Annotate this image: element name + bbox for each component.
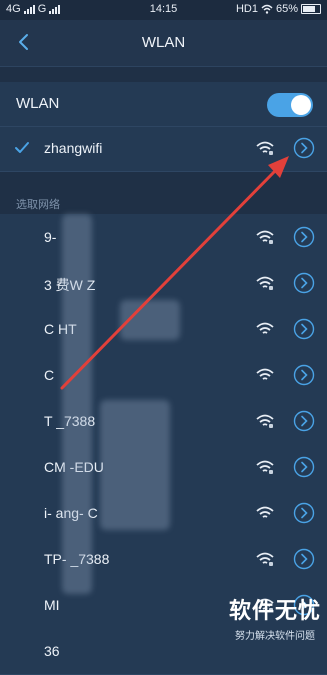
page-title: WLAN xyxy=(141,34,186,51)
wifi-lock-icon xyxy=(256,460,274,474)
section-label: 选取网络 xyxy=(16,199,60,211)
network-details-icon[interactable] xyxy=(293,364,315,386)
wifi-icon xyxy=(256,506,274,518)
network-item[interactable]: C xyxy=(0,352,327,399)
network-name: MI xyxy=(44,597,60,613)
network-details-icon[interactable] xyxy=(293,137,315,159)
wifi-lock-icon xyxy=(256,414,274,428)
wlan-toggle-row[interactable]: WLAN xyxy=(0,82,327,127)
status-bar: 4G G 14:15 HD1 65% xyxy=(0,0,327,20)
check-icon xyxy=(15,142,29,153)
network-item[interactable]: TP- _7388 xyxy=(0,536,327,583)
privacy-blur xyxy=(62,214,92,594)
network-details-icon[interactable] xyxy=(293,456,315,478)
network-details-icon[interactable] xyxy=(293,318,315,340)
connected-network-row[interactable]: zhangwifi xyxy=(0,127,327,172)
wifi-lock-icon xyxy=(256,552,274,566)
network-name: 36 xyxy=(44,643,60,659)
connected-ssid: zhangwifi xyxy=(44,140,103,156)
network-details-icon[interactable] xyxy=(293,410,315,432)
battery-percent: 65% xyxy=(275,3,298,15)
watermark-sub: 努力解决软件问题 xyxy=(234,631,315,642)
wlan-toggle[interactable] xyxy=(267,93,313,117)
network-details-icon[interactable] xyxy=(293,502,315,524)
network-item[interactable]: 9- xyxy=(0,214,327,261)
network-details-icon[interactable] xyxy=(293,272,315,294)
network-details-icon[interactable] xyxy=(293,548,315,570)
wlan-label: WLAN xyxy=(16,95,60,112)
network-name: 9- xyxy=(44,229,57,245)
wifi-icon xyxy=(256,322,274,334)
wifi-lock-icon xyxy=(256,276,274,290)
network-name: C xyxy=(44,367,55,383)
network-details-icon[interactable] xyxy=(293,226,315,248)
wifi-lock-icon xyxy=(256,230,274,244)
title-bar: WLAN xyxy=(0,20,327,67)
privacy-blur xyxy=(120,300,180,340)
wifi-signal-icon xyxy=(256,141,274,155)
battery-icon xyxy=(301,4,321,14)
toggle-knob xyxy=(291,95,311,115)
watermark-logo: 软件无忧 努力解决软件问题 xyxy=(229,593,321,642)
watermark-main: 软件无忧 xyxy=(228,598,321,623)
privacy-blur xyxy=(100,400,170,530)
hd-label: HD1 xyxy=(235,3,258,15)
wifi-status-icon xyxy=(261,4,273,14)
wifi-icon xyxy=(256,368,274,380)
